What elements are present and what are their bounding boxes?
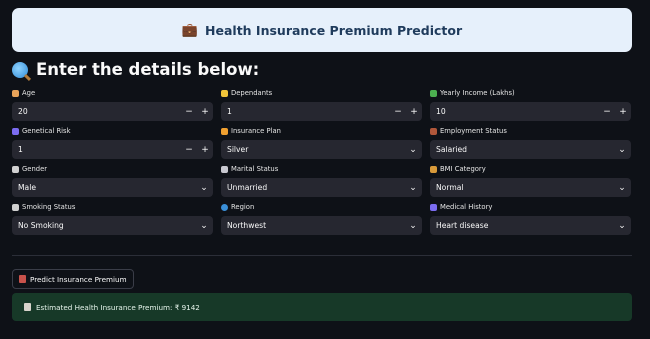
scale-icon (430, 165, 437, 173)
age-increment-button[interactable]: + (197, 107, 213, 117)
yearly-income-decrement-button[interactable]: − (599, 107, 615, 117)
briefcase-icon: 💼 (181, 22, 199, 38)
medical-history-label: Medical History (440, 203, 493, 211)
smoking-status-value[interactable]: No Smoking (12, 221, 197, 230)
marital-status-label: Marital Status (231, 165, 279, 173)
dependants-value[interactable]: 1 (221, 107, 390, 116)
bmi-category-field: BMI Category Normal ⌄ (430, 164, 631, 197)
age-decrement-button[interactable]: − (181, 107, 197, 117)
gender-select[interactable]: Male ⌄ (12, 178, 213, 197)
predict-button-label[interactable]: Predict Insurance Premium (30, 275, 127, 284)
yearly-income-increment-button[interactable]: + (615, 107, 631, 117)
globe-icon (221, 203, 228, 211)
employment-status-label: Employment Status (440, 127, 507, 135)
insurance-plan-label: Insurance Plan (231, 127, 281, 135)
ring-icon (221, 165, 228, 173)
dna-icon (12, 127, 19, 135)
dependants-increment-button[interactable]: + (406, 107, 422, 117)
region-select[interactable]: Northwest ⌄ (221, 216, 422, 235)
result-text: Estimated Health Insurance Premium: ₹ 91… (36, 302, 200, 312)
divider (12, 255, 632, 256)
money-icon (430, 89, 437, 97)
employment-status-field: Employment Status Salaried ⌄ (430, 126, 631, 159)
chevron-down-icon[interactable]: ⌄ (615, 145, 629, 155)
medical-history-field: Medical History Heart disease ⌄ (430, 202, 631, 235)
genetical-risk-label: Genetical Risk (22, 127, 71, 135)
genetical-risk-input[interactable]: 1 − + (12, 140, 213, 159)
smoking-status-select[interactable]: No Smoking ⌄ (12, 216, 213, 235)
genetical-risk-value[interactable]: 1 (12, 145, 181, 154)
title-banner: 💼 Health Insurance Premium Predictor (12, 8, 632, 52)
briefcase-icon (430, 127, 437, 135)
insurance-plan-value[interactable]: Silver (221, 145, 406, 154)
chevron-down-icon[interactable]: ⌄ (406, 183, 420, 193)
chevron-down-icon[interactable]: ⌄ (406, 221, 420, 231)
gender-label: Gender (22, 165, 48, 173)
chevron-down-icon[interactable]: ⌄ (615, 183, 629, 193)
medical-history-value[interactable]: Heart disease (430, 221, 615, 230)
employment-status-select[interactable]: Salaried ⌄ (430, 140, 631, 159)
marital-status-field: Marital Status Unmarried ⌄ (221, 164, 422, 197)
predict-button[interactable]: Predict Insurance Premium (12, 269, 134, 289)
smoking-status-label: Smoking Status (22, 203, 76, 211)
section-heading-text: Enter the details below: (36, 60, 260, 79)
yearly-income-label: Yearly Income (Lakhs) (440, 89, 515, 97)
age-input[interactable]: 20 − + (12, 102, 213, 121)
section-heading: Enter the details below: (12, 60, 259, 79)
genetical-risk-field: Genetical Risk 1 − + (12, 126, 213, 159)
insurance-plan-select[interactable]: Silver ⌄ (221, 140, 422, 159)
bmi-category-value[interactable]: Normal (430, 183, 615, 192)
insurance-plan-field: Insurance Plan Silver ⌄ (221, 126, 422, 159)
age-label: Age (22, 89, 36, 97)
medical-history-select[interactable]: Heart disease ⌄ (430, 216, 631, 235)
magnifier-icon (12, 61, 28, 78)
marital-status-value[interactable]: Unmarried (221, 183, 406, 192)
dependants-field: Dependants 1 − + (221, 88, 422, 121)
receipt-icon (24, 303, 31, 311)
yearly-income-value[interactable]: 10 (430, 107, 599, 116)
dependants-label: Dependants (231, 89, 273, 97)
chevron-down-icon[interactable]: ⌄ (197, 183, 211, 193)
book-icon (19, 275, 26, 283)
dependants-input[interactable]: 1 − + (221, 102, 422, 121)
gender-icon (12, 165, 19, 173)
region-label: Region (231, 203, 255, 211)
genetical-risk-decrement-button[interactable]: − (181, 145, 197, 155)
result-banner: Estimated Health Insurance Premium: ₹ 91… (12, 293, 632, 321)
family-icon (221, 89, 228, 97)
chevron-down-icon[interactable]: ⌄ (615, 221, 629, 231)
app-title: Health Insurance Premium Predictor (205, 22, 463, 38)
gender-field: Gender Male ⌄ (12, 164, 213, 197)
gender-value[interactable]: Male (12, 183, 197, 192)
cigarette-icon (12, 203, 19, 211)
bmi-category-label: BMI Category (440, 165, 486, 173)
marital-status-select[interactable]: Unmarried ⌄ (221, 178, 422, 197)
age-value[interactable]: 20 (12, 107, 181, 116)
chevron-down-icon[interactable]: ⌄ (197, 221, 211, 231)
employment-status-value[interactable]: Salaried (430, 145, 615, 154)
heartbeat-icon (430, 203, 437, 211)
chevron-down-icon[interactable]: ⌄ (406, 145, 420, 155)
cake-icon (12, 89, 19, 97)
age-field: Age 20 − + (12, 88, 213, 121)
medal-icon (221, 127, 228, 135)
yearly-income-field: Yearly Income (Lakhs) 10 − + (430, 88, 631, 121)
region-value[interactable]: Northwest (221, 221, 406, 230)
bmi-category-select[interactable]: Normal ⌄ (430, 178, 631, 197)
genetical-risk-increment-button[interactable]: + (197, 145, 213, 155)
dependants-decrement-button[interactable]: − (390, 107, 406, 117)
smoking-status-field: Smoking Status No Smoking ⌄ (12, 202, 213, 235)
region-field: Region Northwest ⌄ (221, 202, 422, 235)
yearly-income-input[interactable]: 10 − + (430, 102, 631, 121)
